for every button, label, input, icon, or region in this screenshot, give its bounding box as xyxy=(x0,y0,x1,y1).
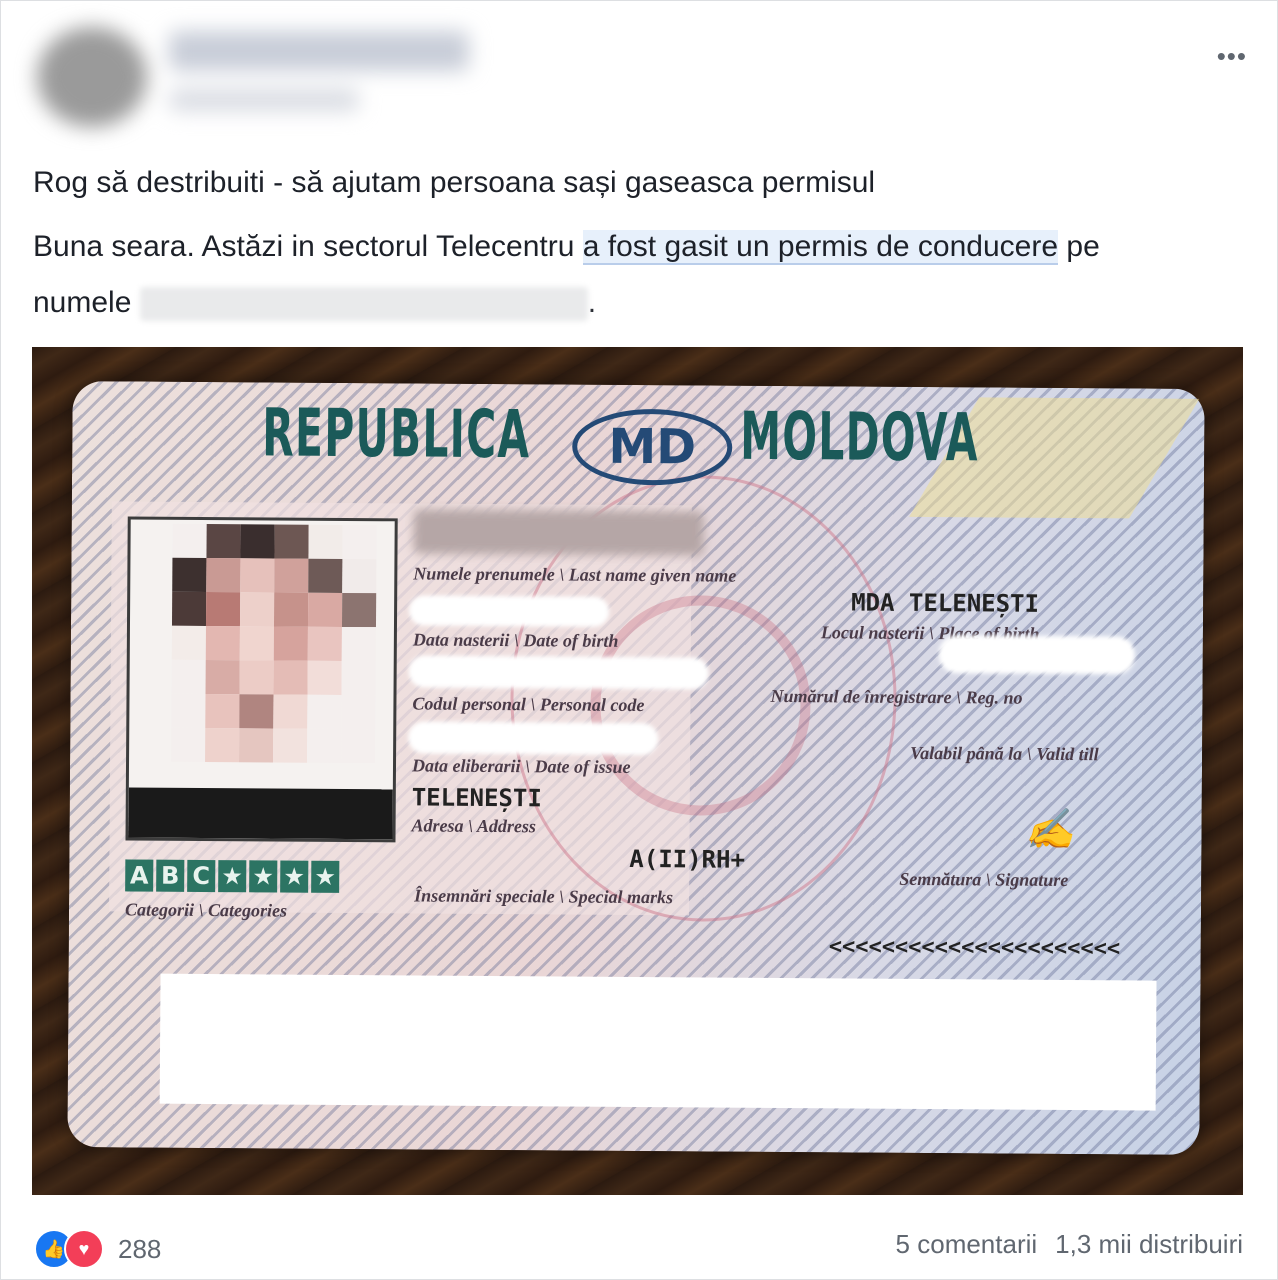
md-logo-icon: MD xyxy=(571,408,733,486)
reactions-summary[interactable]: 👍 ♥ 288 xyxy=(34,1229,161,1269)
redacted-dob xyxy=(408,595,610,627)
mrz-visible-chevrons: <<<<<<<<<<<<<<<<<<<<<< xyxy=(828,934,1121,962)
label-dob: Data nasterii \ Date of birth xyxy=(412,629,619,651)
label-valid-till: Valabil până la \ Valid till xyxy=(910,742,1099,765)
redacted-owner-name xyxy=(139,287,588,322)
label-address: Adresa \ Address xyxy=(411,815,537,837)
category-box-empty: ★ xyxy=(218,860,247,893)
redacted-issue-date xyxy=(408,721,659,756)
pixelated-face xyxy=(171,523,377,764)
post-author-header-blurred xyxy=(19,1,499,146)
facebook-post: ••• Rog să destribuiti - să ajutam perso… xyxy=(0,0,1278,1280)
label-signature: Semnătura \ Signature xyxy=(899,868,1069,891)
post-body-start: Buna seara. Astăzi in sectorul Telecentr… xyxy=(33,230,583,263)
card-header-republica: REPUBLICA xyxy=(262,394,531,474)
label-personal-code: Codul personal \ Personal code xyxy=(412,693,645,716)
post-body-text: Buna seara. Astăzi in sectorul Telecentr… xyxy=(33,219,1183,331)
category-boxes: A B C ★ ★ ★ ★ xyxy=(125,859,340,893)
redacted-name-field xyxy=(413,509,704,556)
pixelated-portrait xyxy=(125,516,398,843)
post-timestamp-blurred xyxy=(169,89,359,111)
card-header-moldova: MOLDOVA xyxy=(740,397,980,477)
blood-group-value: A(II)RH+ xyxy=(629,844,746,874)
category-box-a: A xyxy=(125,859,154,892)
comments-count-link[interactable]: 5 comentarii xyxy=(896,1229,1038,1260)
author-name-blurred[interactable] xyxy=(169,31,469,71)
reaction-count[interactable]: 288 xyxy=(118,1234,161,1265)
post-stats: 5 comentarii 1,3 mii distribuiri xyxy=(896,1229,1243,1260)
shares-count-link[interactable]: 1,3 mii distribuiri xyxy=(1055,1229,1243,1260)
post-title-text: Rog să destribuiti - să ajutam persoana … xyxy=(33,166,876,199)
post-body-end: . xyxy=(587,286,597,319)
avatar[interactable] xyxy=(37,27,147,127)
driving-license-card: REPUBLICA MD MOLDOVA Numele prenumele \ … xyxy=(67,381,1205,1155)
redacted-reg-number xyxy=(938,635,1135,675)
label-issue-date: Data eliberarii \ Date of issue xyxy=(411,755,631,777)
love-icon[interactable]: ♥ xyxy=(64,1229,104,1269)
address-value: TELENEȘTI xyxy=(411,783,542,813)
label-reg-number: Numărul de înregistrare \ Reg. no xyxy=(770,685,1023,708)
more-options-icon[interactable]: ••• xyxy=(1217,41,1247,72)
category-box-empty: ★ xyxy=(249,860,278,893)
portrait-shoulders xyxy=(128,787,393,840)
category-box-empty: ★ xyxy=(311,860,340,893)
label-categories: Categorii \ Categories xyxy=(124,899,288,921)
post-photo[interactable]: REPUBLICA MD MOLDOVA Numele prenumele \ … xyxy=(32,347,1243,1195)
category-box-b: B xyxy=(156,859,185,892)
label-name: Numele prenumele \ Last name given name xyxy=(413,563,737,586)
post-highlighted-link[interactable]: a fost gasit un permis de conducere xyxy=(582,230,1059,265)
label-special-marks: Însemnări speciale \ Special marks xyxy=(414,885,674,908)
redacted-personal-code xyxy=(408,655,709,690)
birthplace-value: MDA TELENEȘTI xyxy=(851,588,1040,618)
redacted-mrz-zone xyxy=(159,973,1157,1111)
signature-scribble: ✍ xyxy=(1024,806,1075,853)
category-box-empty: ★ xyxy=(280,860,309,893)
category-box-c: C xyxy=(187,859,216,893)
